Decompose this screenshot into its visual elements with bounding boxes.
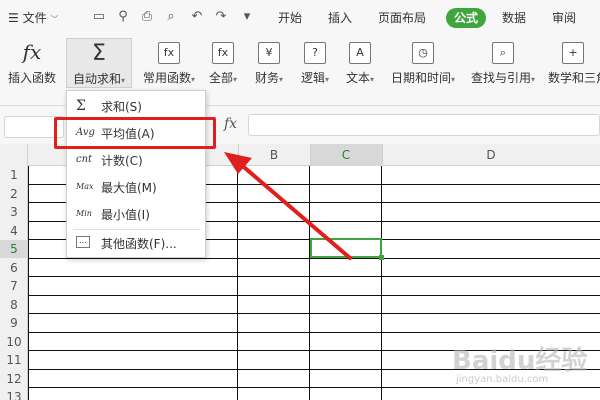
arrow-shaft: [236, 160, 352, 260]
watermark: Baidu经验: [452, 346, 588, 376]
watermark-sub: jingyan.baidu.com: [456, 374, 549, 385]
